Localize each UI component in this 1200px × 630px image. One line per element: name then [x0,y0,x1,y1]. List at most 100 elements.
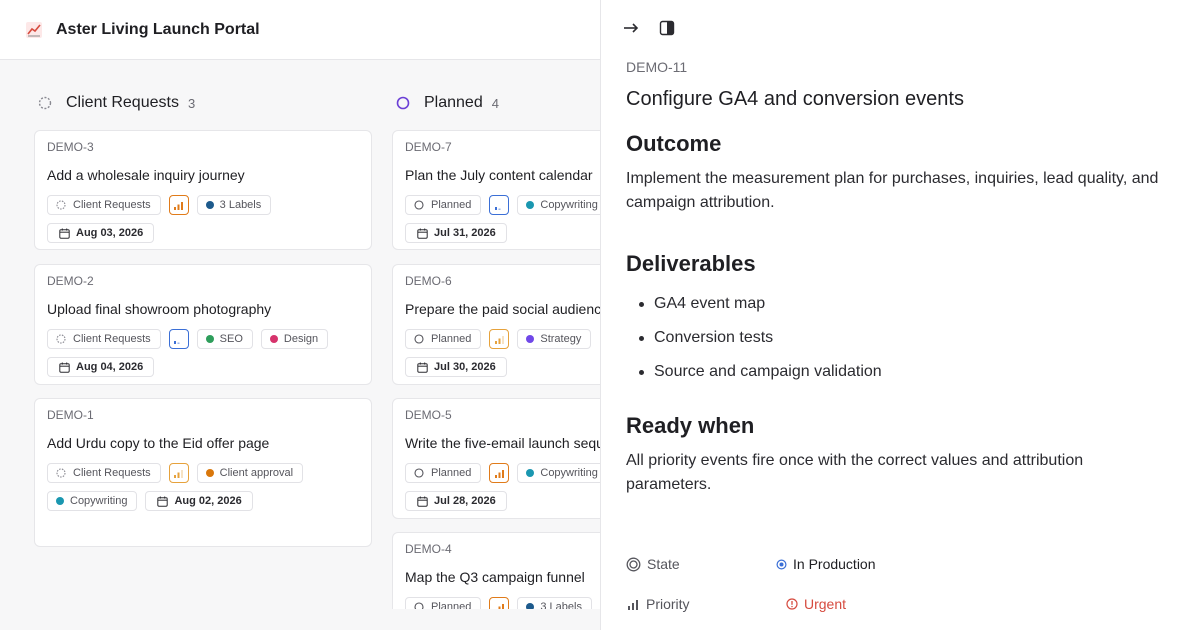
priority-medium-icon [494,335,504,344]
priority-high-icon [494,469,504,478]
label-chip[interactable]: 3 Labels [517,597,592,609]
label-text: Strategy [540,333,582,345]
state-value: In Production [793,556,876,572]
calendar-icon [59,228,70,239]
outcome-text: Implement the measurement plan for purch… [626,170,1159,211]
label-chip[interactable]: SEO [196,329,253,349]
issue-card[interactable]: DEMO-4 Map the Q3 campaign funnel Planne… [392,532,600,609]
app-header: Aster Living Launch Portal [0,0,600,60]
due-date: Jul 30, 2026 [434,361,496,373]
label-chip[interactable]: Design [260,329,329,349]
issue-id: DEMO-2 [47,274,94,288]
toggle-sidebar-icon[interactable] [657,18,677,38]
priority-chip[interactable] [489,463,510,483]
label-chip[interactable]: Copywriting [47,491,138,511]
calendar-icon [417,496,428,507]
issue-card[interactable]: DEMO-6 Prepare the paid social audiences… [392,264,600,385]
priority-low-icon [174,340,180,344]
status-label: Client Requests [73,333,151,345]
status-label: Planned [431,467,472,479]
label-dot [205,335,214,343]
due-date-chip[interactable]: Aug 04, 2026 [47,357,155,377]
priority-label: Priority [646,596,690,612]
label-text: Client approval [219,467,294,479]
label-text: Copywriting [540,199,598,211]
planned-status-icon [414,334,424,344]
issue-id: DEMO-1 [47,408,94,422]
priority-chip[interactable] [168,329,189,349]
status-chip[interactable]: Client Requests [47,195,161,215]
issue-id: DEMO-11 [626,59,688,75]
priority-chip[interactable] [489,195,510,215]
issue-card[interactable]: DEMO-3 Add a wholesale inquiry journey C… [34,130,372,250]
label-dot [269,335,278,343]
chart-increasing-icon [24,20,44,40]
list-item: Conversion tests [639,326,882,360]
due-date: Aug 04, 2026 [76,361,144,373]
status-label: Planned [431,601,472,609]
due-date-chip[interactable]: Aug 02, 2026 [145,491,253,511]
priority-value: Urgent [804,596,847,612]
due-date-chip[interactable]: Aug 03, 2026 [47,223,155,243]
label-chip[interactable]: 3 Labels [196,195,272,215]
label-dot [526,201,535,209]
due-date-chip[interactable]: Jul 30, 2026 [405,357,507,377]
kanban-board: Client Requests 3 DEMO-3 Add a wholesale… [0,61,600,609]
state-value-button[interactable]: In Production [776,556,876,572]
issue-id: DEMO-7 [405,140,452,154]
issue-id: DEMO-5 [405,408,452,422]
priority-high-icon [494,603,504,609]
state-icon [626,557,641,571]
issue-card[interactable]: DEMO-7 Plan the July content calendar Pl… [392,130,600,250]
property-label: State [626,556,776,572]
status-chip[interactable]: Planned [405,597,482,609]
backlog-status-icon [56,200,66,210]
column-planned: Planned 4 DEMO-7 Plan the July content c… [392,61,600,609]
label-dot [526,469,535,477]
due-date: Aug 02, 2026 [174,495,242,507]
due-date-chip[interactable]: Jul 28, 2026 [405,491,507,511]
issue-card[interactable]: DEMO-5 Write the five-email launch seque… [392,398,600,519]
column-client-requests: Client Requests 3 DEMO-3 Add a wholesale… [34,61,372,547]
priority-chip[interactable] [489,329,510,349]
status-label: Planned [431,199,472,211]
label-chip[interactable]: Copywriting [517,195,600,215]
label-dot [205,469,214,477]
issue-detail-panel: DEMO-11 Configure GA4 and conversion eve… [600,0,1200,630]
priority-chip[interactable] [168,195,189,215]
label-text: Copywriting [540,467,598,479]
status-label: Client Requests [73,467,151,479]
property-label: Priority [626,596,776,612]
status-chip[interactable]: Client Requests [47,463,161,483]
close-panel-arrow-icon[interactable] [621,18,641,38]
priority-chip[interactable] [168,463,189,483]
issue-title: Plan the July content calendar [405,167,593,183]
backlog-status-icon [56,334,66,344]
status-chip[interactable]: Planned [405,329,482,349]
issue-title[interactable]: Configure GA4 and conversion events [626,88,964,111]
property-state: State In Production [626,554,1126,574]
calendar-icon [417,228,428,239]
deliverables-heading: Deliverables [626,251,756,276]
label-text: Design [283,333,319,345]
status-chip[interactable]: Planned [405,195,482,215]
issue-id: DEMO-6 [405,274,452,288]
deliverables-list: GA4 event map Conversion tests Source an… [639,292,882,394]
status-chip[interactable]: Planned [405,463,482,483]
label-chip[interactable]: Client approval [196,463,304,483]
label-chip[interactable]: Copywriting [517,463,600,483]
calendar-icon [417,362,428,373]
ready-when-heading: Ready when [626,413,755,438]
issue-title: Upload final showroom photography [47,301,272,317]
issue-card[interactable]: DEMO-1 Add Urdu copy to the Eid offer pa… [34,398,372,547]
issue-card[interactable]: DEMO-2 Upload final showroom photography… [34,264,372,385]
label-chip[interactable]: Strategy [517,329,592,349]
issue-title: Prepare the paid social audiences [405,301,600,317]
column-count: 4 [491,95,499,111]
property-priority: Priority Urgent [626,594,1126,614]
priority-value-button[interactable]: Urgent [786,596,846,612]
due-date-chip[interactable]: Jul 31, 2026 [405,223,507,243]
status-chip[interactable]: Client Requests [47,329,161,349]
issue-title: Add Urdu copy to the Eid offer page [47,435,270,451]
priority-chip[interactable] [489,597,510,609]
